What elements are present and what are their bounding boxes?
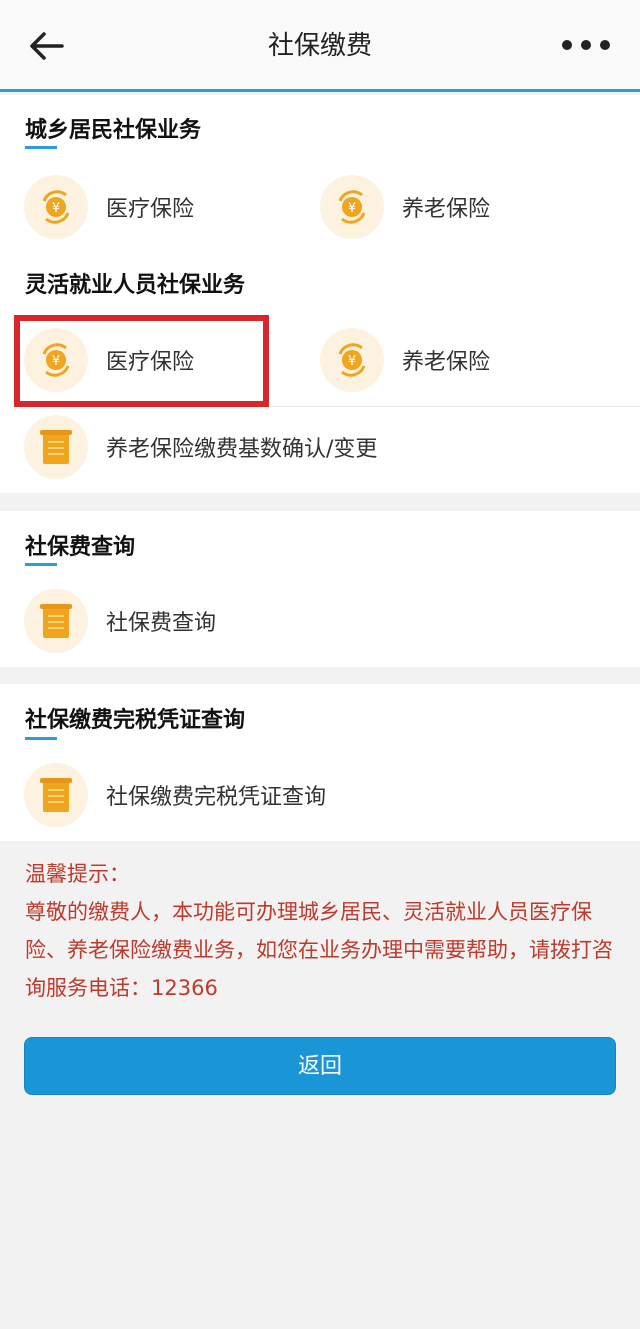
- section-underline: [25, 563, 57, 566]
- top-bar: 社保缴费: [0, 0, 640, 92]
- item-urban-medical[interactable]: ¥ 医疗保险: [24, 171, 194, 243]
- section-underline: [25, 146, 57, 149]
- item-fee-query[interactable]: 社保费查询: [24, 585, 216, 657]
- coin-icon: ¥: [320, 175, 384, 239]
- page-title: 社保缴费: [267, 31, 372, 61]
- coin-icon: ¥: [320, 328, 384, 392]
- item-flexible-pension[interactable]: ¥ 养老保险: [320, 324, 490, 396]
- highlight-box: [14, 315, 269, 407]
- item-label: 社保缴费完税凭证查询: [106, 785, 327, 810]
- coin-icon: ¥: [24, 175, 88, 239]
- item-tax-certificate-query[interactable]: 社保缴费完税凭证查询: [24, 759, 326, 831]
- item-label: 养老保险: [402, 197, 491, 222]
- svg-text:¥: ¥: [52, 201, 60, 216]
- tips-body: 尊敬的缴费人，本功能可办理城乡居民、灵活就业人员医疗保险、养老保险缴费业务，如您…: [25, 900, 613, 1000]
- item-label: 养老保险缴费基数确认/变更: [106, 437, 378, 462]
- section-underline: [25, 737, 57, 740]
- section-urban-rural: 城乡居民社保业务 ¥ 医疗保险 ¥ 养老保险 灵活就业人员社保业务 ¥ 医疗保险…: [0, 95, 640, 493]
- document-icon: [24, 763, 88, 827]
- item-urban-pension[interactable]: ¥ 养老保险: [320, 171, 490, 243]
- document-icon: [24, 415, 88, 479]
- tips-heading: 温馨提示：: [25, 862, 130, 886]
- divider: [270, 406, 640, 407]
- section-title: 城乡居民社保业务: [25, 118, 202, 143]
- section-fee-query: 社保费查询 社保费查询: [0, 511, 640, 667]
- item-pension-base-confirm[interactable]: 养老保险缴费基数确认/变更: [24, 411, 377, 483]
- section-tax-certificate: 社保缴费完税凭证查询 社保缴费完税凭证查询: [0, 684, 640, 841]
- svg-text:¥: ¥: [348, 201, 356, 216]
- more-options-icon[interactable]: [562, 38, 610, 52]
- svg-text:¥: ¥: [348, 354, 356, 369]
- item-label: 养老保险: [402, 350, 491, 375]
- section-title: 灵活就业人员社保业务: [25, 273, 246, 298]
- document-icon: [24, 589, 88, 653]
- item-label: 社保费查询: [106, 611, 217, 636]
- tips-block: 温馨提示： 尊敬的缴费人，本功能可办理城乡居民、灵活就业人员医疗保险、养老保险缴…: [25, 855, 615, 1007]
- section-title: 社保缴费完税凭证查询: [25, 708, 246, 733]
- return-button[interactable]: 返回: [24, 1037, 616, 1095]
- section-title: 社保费查询: [25, 535, 136, 560]
- item-label: 医疗保险: [106, 197, 195, 222]
